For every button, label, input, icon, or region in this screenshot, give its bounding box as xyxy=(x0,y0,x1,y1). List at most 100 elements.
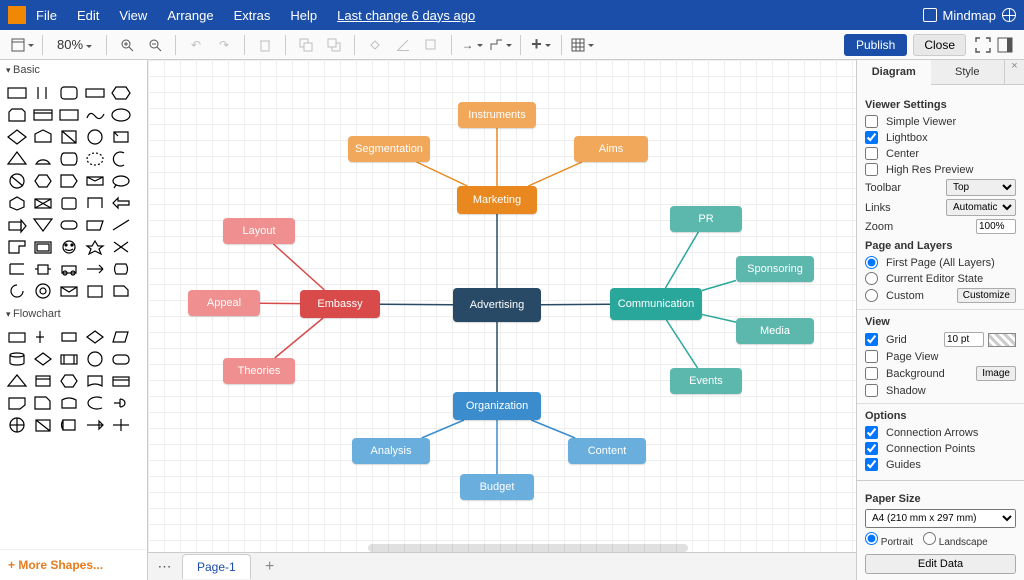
node-media[interactable]: Media xyxy=(736,318,814,344)
view-mode-dropdown[interactable] xyxy=(10,33,34,57)
edge-marketing-segmentation[interactable] xyxy=(417,162,468,186)
flowchart-shape[interactable] xyxy=(108,392,134,414)
flowchart-shape[interactable] xyxy=(56,348,82,370)
basic-shape[interactable] xyxy=(82,280,108,302)
undo-icon[interactable]: ↶ xyxy=(184,33,208,57)
grid-checkbox[interactable] xyxy=(865,333,878,346)
background-image-button[interactable]: Image xyxy=(976,366,1016,381)
flowchart-shape[interactable] xyxy=(82,392,108,414)
background-checkbox[interactable] xyxy=(865,367,878,380)
basic-shape[interactable] xyxy=(108,214,134,236)
publish-button[interactable]: Publish xyxy=(844,34,907,56)
basic-shape[interactable] xyxy=(108,148,134,170)
basic-shape[interactable] xyxy=(56,258,82,280)
grid-color-swatch[interactable] xyxy=(988,333,1016,347)
node-aims[interactable]: Aims xyxy=(574,136,648,162)
basic-shape[interactable] xyxy=(4,236,30,258)
portrait-option[interactable]: Portrait xyxy=(865,532,913,548)
edge-embassy-theories[interactable] xyxy=(275,318,323,358)
flowchart-shape[interactable] xyxy=(4,326,30,348)
basic-shape[interactable] xyxy=(56,170,82,192)
pageview-checkbox[interactable] xyxy=(865,350,878,363)
basic-shape[interactable] xyxy=(4,280,30,302)
zoom-dropdown[interactable]: 80% xyxy=(57,37,92,52)
basic-shape[interactable] xyxy=(108,104,134,126)
close-panel-icon[interactable]: × xyxy=(1004,60,1024,84)
node-sponsoring[interactable]: Sponsoring xyxy=(736,256,814,282)
waypoint-dropdown[interactable] xyxy=(488,33,512,57)
format-panel-toggle-icon[interactable] xyxy=(997,37,1013,53)
shadow-icon[interactable] xyxy=(419,33,443,57)
lightbox-checkbox[interactable] xyxy=(865,131,878,144)
basic-shape[interactable] xyxy=(82,192,108,214)
to-front-icon[interactable] xyxy=(294,33,318,57)
globe-icon[interactable] xyxy=(1002,8,1016,22)
flowchart-shape[interactable] xyxy=(56,414,82,436)
fill-color-icon[interactable] xyxy=(363,33,387,57)
node-segmentation[interactable]: Segmentation xyxy=(348,136,430,162)
node-events[interactable]: Events xyxy=(670,368,742,394)
edge-communication-pr[interactable] xyxy=(665,232,698,288)
flowchart-shape[interactable] xyxy=(56,392,82,414)
menu-arrange[interactable]: Arrange xyxy=(167,8,213,23)
menu-edit[interactable]: Edit xyxy=(77,8,99,23)
node-embassy[interactable]: Embassy xyxy=(300,290,380,318)
basic-shape[interactable] xyxy=(108,192,134,214)
page-menu-icon[interactable]: ⋯ xyxy=(154,558,176,575)
flowchart-shape[interactable] xyxy=(30,392,56,414)
node-pr[interactable]: PR xyxy=(670,206,742,232)
flowchart-shape[interactable] xyxy=(30,326,56,348)
fullscreen-icon[interactable] xyxy=(975,37,991,53)
tab-style[interactable]: Style xyxy=(931,60,1005,84)
basic-shape[interactable] xyxy=(82,126,108,148)
line-color-icon[interactable] xyxy=(391,33,415,57)
more-shapes-button[interactable]: + More Shapes... xyxy=(0,549,147,580)
basic-shape[interactable] xyxy=(4,104,30,126)
edge-marketing-aims[interactable] xyxy=(528,162,582,186)
palette-section-basic[interactable]: Basic xyxy=(0,60,147,80)
first-page-radio[interactable] xyxy=(865,256,878,269)
node-theories[interactable]: Theories xyxy=(223,358,295,384)
basic-shape[interactable] xyxy=(108,82,134,104)
last-change-link[interactable]: Last change 6 days ago xyxy=(337,8,475,23)
menu-view[interactable]: View xyxy=(119,8,147,23)
basic-shape[interactable] xyxy=(30,236,56,258)
flowchart-shape[interactable] xyxy=(108,414,134,436)
custom-radio[interactable] xyxy=(865,289,878,302)
redo-icon[interactable]: ↷ xyxy=(212,33,236,57)
horizontal-scrollbar[interactable] xyxy=(368,544,688,552)
landscape-option[interactable]: Landscape xyxy=(923,532,988,548)
node-appeal[interactable]: Appeal xyxy=(188,290,260,316)
conn-points-checkbox[interactable] xyxy=(865,442,878,455)
flowchart-shape[interactable] xyxy=(82,370,108,392)
flowchart-shape[interactable] xyxy=(82,414,108,436)
add-page-button[interactable]: + xyxy=(257,558,283,576)
flowchart-shape[interactable] xyxy=(30,370,56,392)
zoom-input[interactable] xyxy=(976,219,1016,234)
basic-shape[interactable] xyxy=(108,280,134,302)
menu-extras[interactable]: Extras xyxy=(234,8,271,23)
basic-shape[interactable] xyxy=(108,258,134,280)
app-logo-icon[interactable] xyxy=(8,6,26,24)
basic-shape[interactable] xyxy=(56,126,82,148)
node-content[interactable]: Content xyxy=(568,438,646,464)
flowchart-shape[interactable] xyxy=(4,348,30,370)
node-marketing[interactable]: Marketing xyxy=(457,186,537,214)
basic-shape[interactable] xyxy=(108,236,134,258)
basic-shape[interactable] xyxy=(30,126,56,148)
edge-organization-analysis[interactable] xyxy=(422,420,464,438)
document-title[interactable]: Mindmap xyxy=(923,8,1016,23)
basic-shape[interactable] xyxy=(4,170,30,192)
basic-shape[interactable] xyxy=(56,280,82,302)
edge-communication-sponsoring[interactable] xyxy=(702,280,736,290)
flowchart-shape[interactable] xyxy=(108,348,134,370)
flowchart-shape[interactable] xyxy=(4,370,30,392)
basic-shape[interactable] xyxy=(30,82,56,104)
basic-shape[interactable] xyxy=(82,148,108,170)
guides-checkbox[interactable] xyxy=(865,458,878,471)
conn-arrows-checkbox[interactable] xyxy=(865,426,878,439)
close-button[interactable]: Close xyxy=(913,34,966,56)
node-budget[interactable]: Budget xyxy=(460,474,534,500)
basic-shape[interactable] xyxy=(82,104,108,126)
current-editor-radio[interactable] xyxy=(865,272,878,285)
